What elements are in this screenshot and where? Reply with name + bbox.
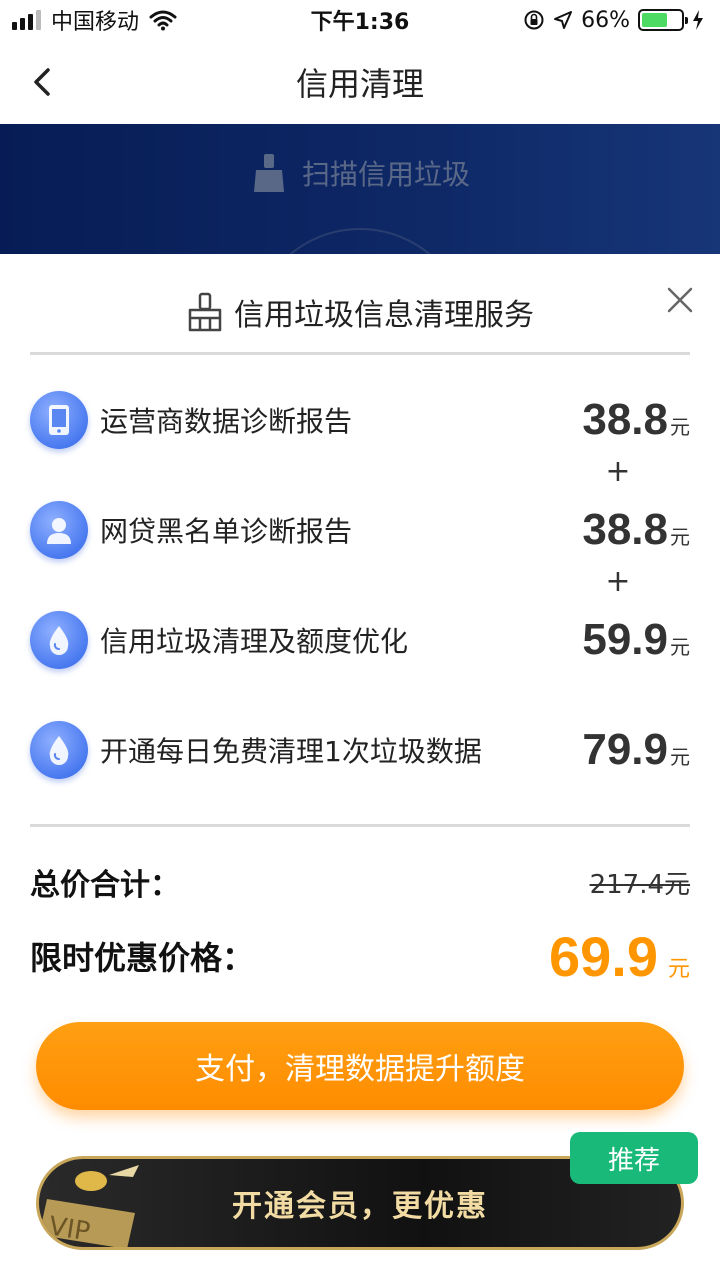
page-title: 信用清理 bbox=[295, 65, 424, 103]
price-value: 38.8 bbox=[582, 395, 668, 444]
total-row: 总价合计： 217.4元 bbox=[30, 860, 690, 904]
drop-icon bbox=[30, 611, 88, 669]
broom-icon bbox=[188, 292, 222, 332]
item-price: 79.9 元 bbox=[582, 725, 690, 775]
price-value: 79.9 bbox=[582, 725, 668, 774]
status-bar: 中国移动 下午1:36 66% bbox=[0, 0, 720, 40]
promo-price-unit: 元 bbox=[667, 956, 690, 982]
battery-percent: 66% bbox=[581, 7, 630, 33]
plus-sign: + bbox=[605, 454, 631, 489]
pay-button[interactable]: 支付，清理数据提升额度 bbox=[36, 1022, 684, 1110]
promo-label: 限时优惠价格： bbox=[30, 939, 255, 977]
price-value: 38.8 bbox=[582, 505, 668, 554]
modal-overlay[interactable] bbox=[0, 124, 720, 254]
item-label: 开通每日免费清理1次垃圾数据 bbox=[100, 735, 482, 768]
sheet-header: 信用垃圾信息清理服务 bbox=[0, 284, 720, 340]
charging-icon bbox=[693, 10, 703, 30]
item-label: 信用垃圾清理及额度优化 bbox=[100, 625, 409, 658]
bottom-divider bbox=[30, 824, 690, 827]
plus-sign: + bbox=[605, 564, 631, 599]
battery-icon bbox=[638, 9, 688, 31]
price-unit: 元 bbox=[670, 635, 690, 659]
total-label: 总价合计： bbox=[30, 868, 180, 903]
nav-bar: 信用清理 bbox=[0, 40, 720, 124]
original-price: 217.4元 bbox=[589, 869, 690, 900]
vip-badge-icon: VIP bbox=[39, 1165, 139, 1247]
promo-price: 69.9 元 bbox=[549, 924, 690, 989]
service-item: 运营商数据诊断报告 38.8 元 bbox=[30, 390, 690, 450]
price-unit: 元 bbox=[670, 415, 690, 439]
battery-level-fill bbox=[642, 13, 668, 27]
wifi-icon bbox=[149, 10, 177, 31]
sheet-title: 信用垃圾信息清理服务 bbox=[234, 298, 534, 333]
signal-icon bbox=[12, 10, 41, 30]
orientation-lock-icon bbox=[524, 10, 544, 30]
promo-price-value: 69.9 bbox=[548, 924, 658, 988]
service-sheet: 信用垃圾信息清理服务 运营商数据诊断报告 38.8 元 + 网贷黑名单诊断报告 bbox=[0, 254, 720, 1280]
top-divider bbox=[30, 352, 690, 355]
item-label: 网贷黑名单诊断报告 bbox=[100, 515, 353, 548]
service-item: 开通每日免费清理1次垃圾数据 79.9 元 bbox=[30, 720, 690, 780]
chevron-left-icon[interactable] bbox=[26, 64, 62, 100]
item-price: 38.8 元 bbox=[582, 505, 690, 555]
svg-text:VIP: VIP bbox=[47, 1211, 92, 1247]
item-price: 59.9 元 bbox=[582, 615, 690, 665]
item-price: 38.8 元 bbox=[582, 395, 690, 445]
item-label: 运营商数据诊断报告 bbox=[100, 405, 353, 438]
drop-icon bbox=[30, 721, 88, 779]
close-icon[interactable] bbox=[666, 286, 694, 314]
price-unit: 元 bbox=[670, 745, 690, 769]
carrier-name: 中国移动 bbox=[51, 10, 140, 35]
price-unit: 元 bbox=[670, 525, 690, 549]
price-value: 59.9 bbox=[582, 615, 668, 664]
recommend-badge: 推荐 bbox=[570, 1132, 698, 1184]
service-item: 网贷黑名单诊断报告 38.8 元 bbox=[30, 500, 690, 560]
phone-icon bbox=[30, 391, 88, 449]
vip-label: 开通会员，更优惠 bbox=[232, 1189, 488, 1224]
location-icon bbox=[554, 11, 573, 29]
person-icon bbox=[30, 501, 88, 559]
service-item: 信用垃圾清理及额度优化 59.9 元 bbox=[30, 610, 690, 670]
promo-row: 限时优惠价格： 69.9 元 bbox=[30, 924, 690, 988]
